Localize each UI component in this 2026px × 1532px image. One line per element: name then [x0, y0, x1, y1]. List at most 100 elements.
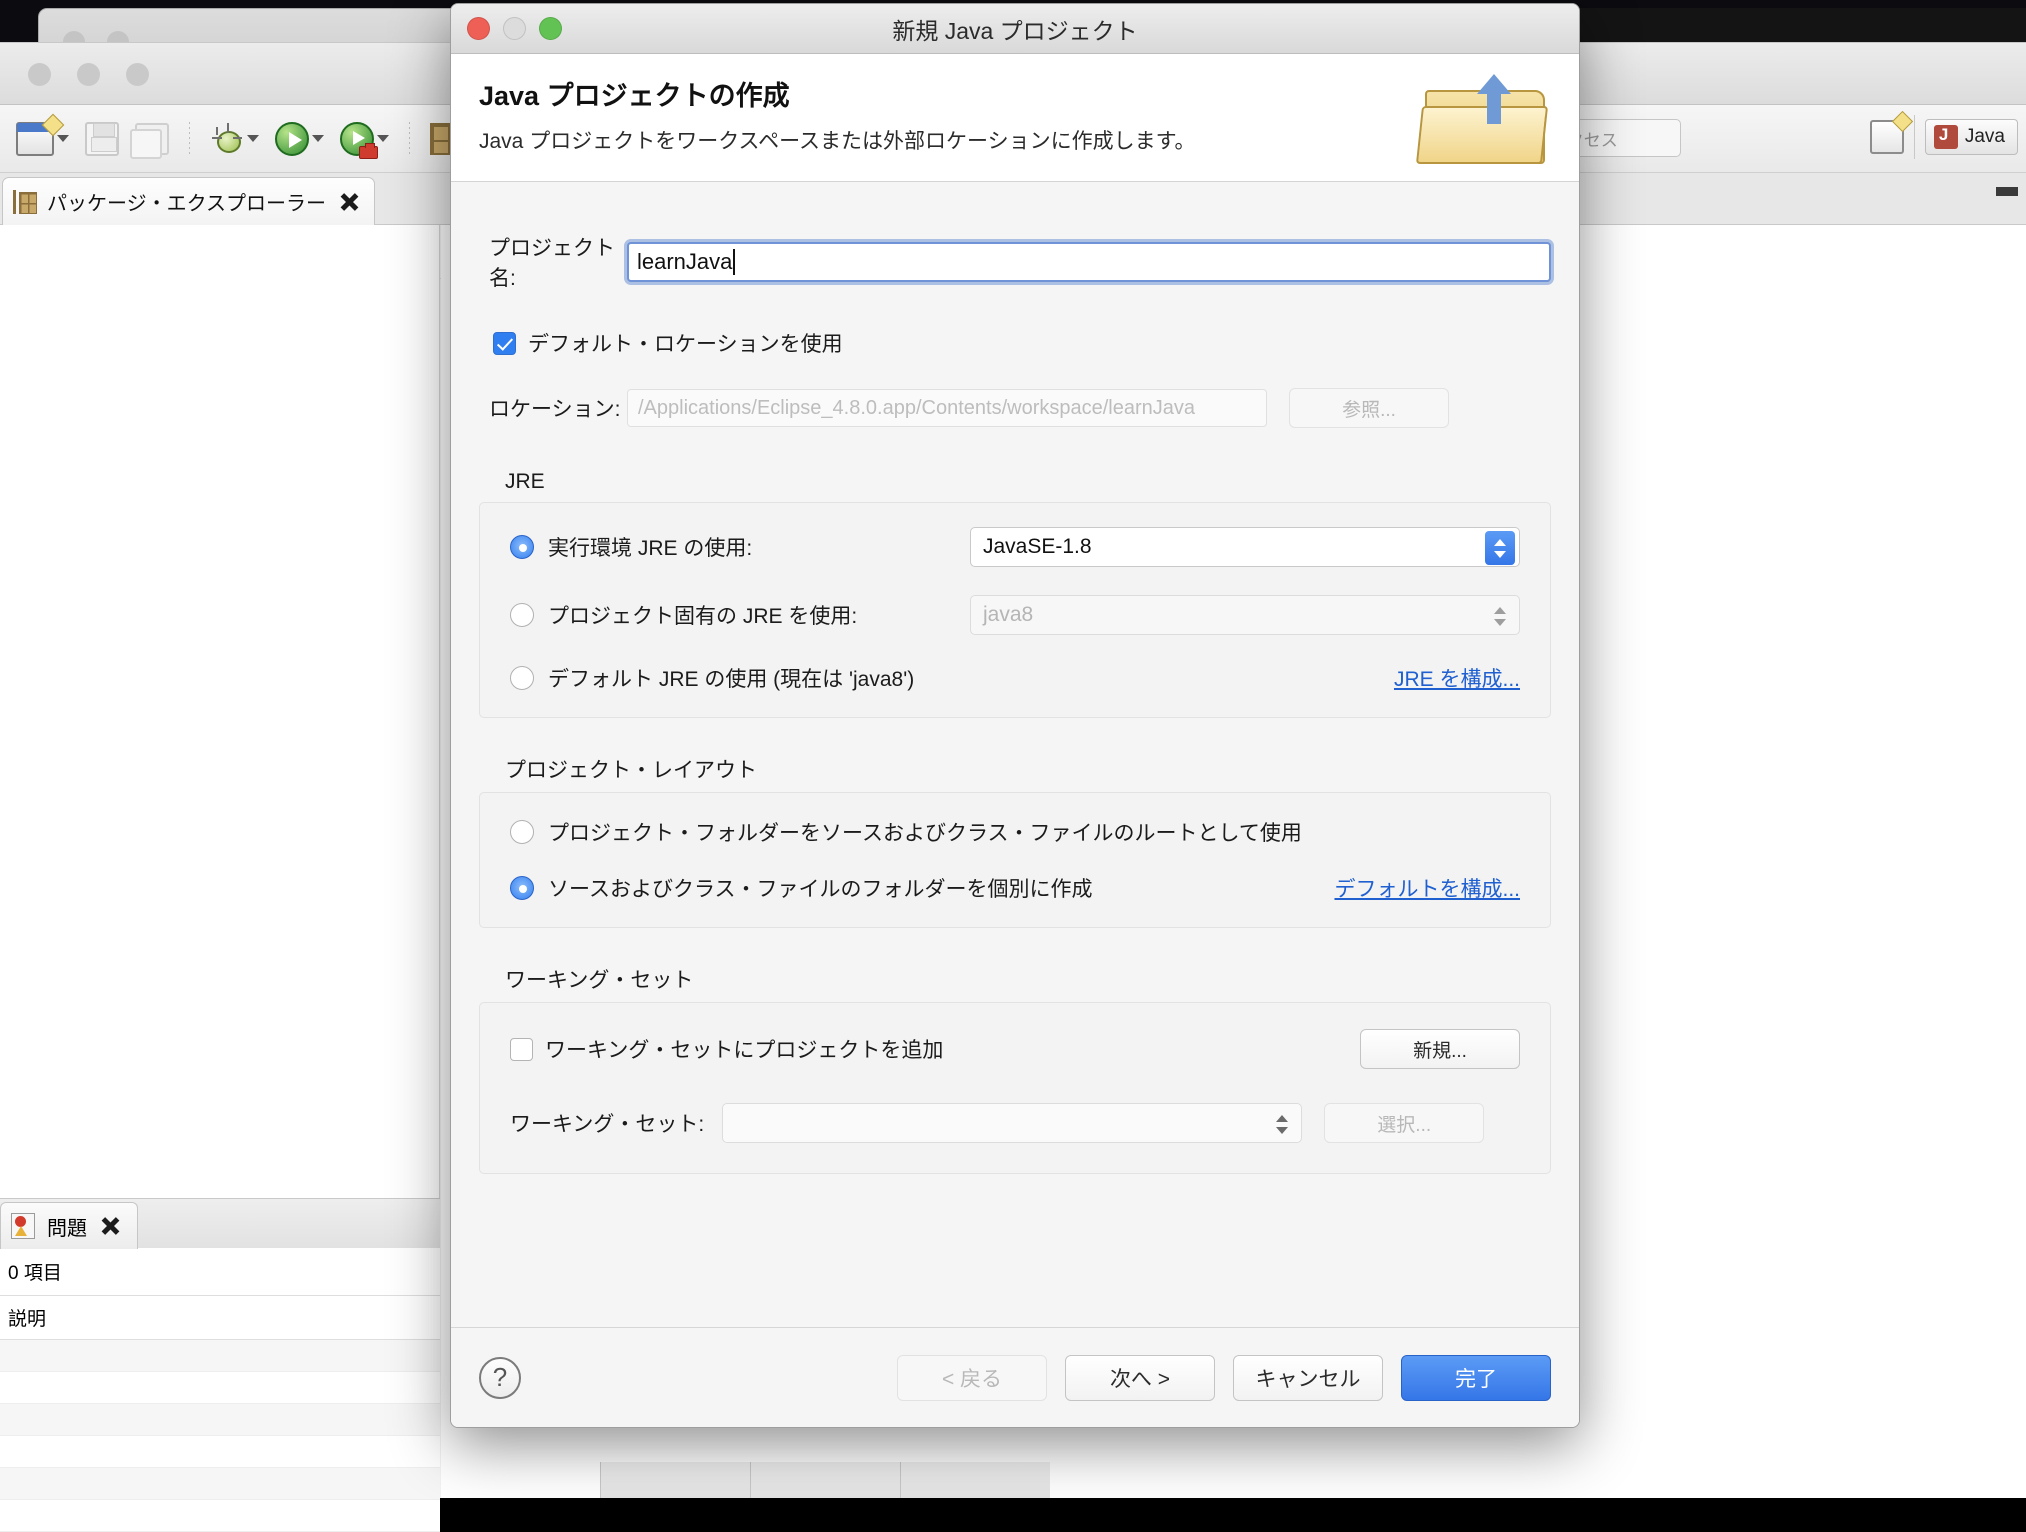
problems-row-list[interactable] — [0, 1340, 440, 1532]
dialog-footer: ? < 戻る 次へ > キャンセル 完了 — [451, 1327, 1579, 1427]
view-min-max-controls[interactable] — [1996, 187, 2018, 196]
project-name-row: プロジェクト名: learnJava — [489, 232, 1551, 292]
jre-project-specific-row[interactable]: プロジェクト固有の JRE を使用: java8 — [510, 595, 1520, 635]
configure-jre-link[interactable]: JRE を構成... — [1394, 663, 1520, 693]
save-icon — [85, 121, 119, 156]
save-all-icon — [130, 122, 169, 159]
dialog-action-buttons: < 戻る 次へ > キャンセル 完了 — [897, 1354, 1551, 1401]
dialog-traffic-lights[interactable] — [467, 17, 562, 40]
jre-group-box: 実行環境 JRE の使用: JavaSE-1.8 プロジェクト固有の JRE を… — [479, 502, 1551, 718]
jre-project-specific-label: プロジェクト固有の JRE を使用: — [548, 605, 858, 628]
use-default-location-checkbox[interactable] — [493, 331, 516, 355]
jre-execution-env-label: 実行環境 JRE の使用: — [548, 537, 753, 560]
back-button[interactable]: < 戻る — [897, 1354, 1047, 1401]
jre-project-specific-radio[interactable] — [510, 603, 534, 627]
table-row[interactable] — [0, 1500, 440, 1532]
eclipse-traffic-lights[interactable] — [28, 63, 149, 86]
location-input: /Applications/Eclipse_4.8.0.app/Contents… — [627, 389, 1267, 427]
layout-project-folder-radio[interactable] — [510, 820, 534, 844]
project-layout-group-label: プロジェクト・レイアウト — [505, 759, 757, 782]
project-name-value: learnJava — [637, 249, 733, 274]
chevron-down-icon[interactable] — [247, 135, 259, 142]
bottom-tab[interactable] — [900, 1462, 1050, 1498]
table-row[interactable] — [0, 1404, 440, 1436]
table-row[interactable] — [0, 1372, 440, 1404]
perspective-bar: Java — [1869, 115, 2018, 159]
dialog-close-button[interactable] — [467, 17, 490, 40]
toolbar-save-all[interactable] — [129, 113, 175, 165]
bottom-tab[interactable] — [750, 1462, 900, 1498]
jre-section: JRE 実行環境 JRE の使用: JavaSE-1.8 プロジェクト固有の J… — [479, 470, 1551, 718]
project-layout-section: プロジェクト・レイアウト プロジェクト・フォルダーをソースおよびクラス・ファイル… — [479, 754, 1551, 928]
chevron-down-icon[interactable] — [312, 135, 324, 142]
close-icon[interactable] — [338, 191, 360, 213]
new-java-project-dialog: 新規 Java プロジェクト Java プロジェクトの作成 Java プロジェク… — [450, 3, 1580, 1428]
project-layout-group-box: プロジェクト・フォルダーをソースおよびクラス・ファイルのルートとして使用 ソース… — [479, 792, 1551, 928]
stepper-icon[interactable] — [1267, 1107, 1297, 1141]
jre-execution-env-select[interactable]: JavaSE-1.8 — [970, 527, 1520, 567]
add-to-working-sets-checkbox[interactable] — [510, 1037, 533, 1061]
eclipse-minimize-button[interactable] — [77, 63, 100, 86]
bottom-tab[interactable] — [600, 1462, 750, 1498]
table-row[interactable] — [0, 1436, 440, 1468]
cancel-button[interactable]: キャンセル — [1233, 1354, 1383, 1401]
next-button[interactable]: 次へ > — [1065, 1354, 1215, 1401]
working-set-select-row: ワーキング・セット: 選択... — [510, 1103, 1520, 1143]
dialog-zoom-button[interactable] — [539, 17, 562, 40]
jre-project-specific-value: java8 — [983, 603, 1034, 626]
eclipse-close-button[interactable] — [28, 63, 51, 86]
layout-project-folder-row[interactable]: プロジェクト・フォルダーをソースおよびクラス・ファイルのルートとして使用 — [510, 817, 1520, 847]
toolbar-new-wizard[interactable] — [10, 113, 75, 165]
jre-execution-env-radio[interactable] — [510, 535, 534, 559]
dialog-titlebar: 新規 Java プロジェクト — [451, 4, 1579, 54]
new-wizard-icon — [16, 121, 54, 156]
open-perspective-icon[interactable] — [1869, 120, 1904, 154]
jre-default-radio[interactable] — [510, 666, 534, 690]
use-default-location-row[interactable]: デフォルト・ロケーションを使用 — [493, 328, 1551, 358]
jre-execution-env-row[interactable]: 実行環境 JRE の使用: JavaSE-1.8 — [510, 527, 1520, 567]
configure-defaults-link[interactable]: デフォルトを構成... — [1334, 873, 1520, 903]
browse-button[interactable]: 参照... — [1289, 388, 1449, 428]
help-icon[interactable]: ? — [479, 1356, 521, 1399]
toolbar-run[interactable] — [269, 113, 330, 165]
chevron-down-icon[interactable] — [57, 135, 69, 142]
tab-label: パッケージ・エクスプローラー — [47, 193, 326, 215]
layout-separate-folders-label: ソースおよびクラス・ファイルのフォルダーを個別に作成 — [548, 878, 1093, 901]
new-java-project-icon — [1415, 72, 1557, 168]
tab-problems[interactable]: 問題 — [0, 1202, 138, 1249]
tab-package-explorer[interactable]: パッケージ・エクスプローラー — [2, 177, 375, 225]
page-title: Java プロジェクトの作成 — [479, 81, 790, 111]
perspective-tab-java[interactable]: Java — [1924, 119, 2018, 155]
bottom-tab-strip[interactable] — [600, 1462, 1050, 1498]
perspective-label: Java — [1964, 126, 2005, 147]
jre-default-row[interactable]: デフォルト JRE の使用 (現在は 'java8') JRE を構成... — [510, 663, 1520, 693]
stepper-icon[interactable] — [1485, 531, 1515, 565]
stepper-icon — [1485, 599, 1515, 633]
toolbar-run-external-tools[interactable] — [334, 113, 395, 165]
select-working-set-button[interactable]: 選択... — [1324, 1103, 1485, 1143]
working-set-select[interactable] — [722, 1103, 1303, 1143]
chevron-down-icon[interactable] — [377, 135, 389, 142]
run-external-tools-icon — [340, 121, 378, 159]
close-icon[interactable] — [99, 1215, 121, 1237]
layout-separate-folders-row[interactable]: ソースおよびクラス・ファイルのフォルダーを個別に作成 デフォルトを構成... — [510, 873, 1520, 903]
use-default-location-label: デフォルト・ロケーションを使用 — [528, 333, 843, 356]
location-value: /Applications/Eclipse_4.8.0.app/Contents… — [638, 396, 1195, 419]
jre-project-specific-select: java8 — [970, 595, 1520, 635]
problems-view: 問題 0 項目 説明 — [0, 1198, 440, 1532]
package-explorer-tree[interactable] — [0, 225, 440, 1198]
dialog-minimize-button[interactable] — [503, 17, 526, 40]
minimize-icon[interactable] — [1996, 187, 2018, 196]
new-working-set-button[interactable]: 新規... — [1360, 1029, 1520, 1069]
table-row[interactable] — [0, 1340, 440, 1372]
toolbar-save[interactable] — [79, 113, 125, 165]
eclipse-zoom-button[interactable] — [126, 63, 149, 86]
add-to-working-sets-row[interactable]: ワーキング・セットにプロジェクトを追加 新規... — [510, 1029, 1520, 1069]
toolbar-debug[interactable] — [204, 113, 265, 165]
finish-button[interactable]: 完了 — [1401, 1354, 1551, 1401]
project-name-input[interactable]: learnJava — [627, 242, 1551, 282]
layout-separate-folders-radio[interactable] — [510, 876, 534, 900]
desktop-background: クイック・アクセス Java パッケージ・エクスプローラー — [0, 0, 2026, 1532]
table-row[interactable] — [0, 1468, 440, 1500]
jre-group-label: JRE — [505, 470, 545, 493]
